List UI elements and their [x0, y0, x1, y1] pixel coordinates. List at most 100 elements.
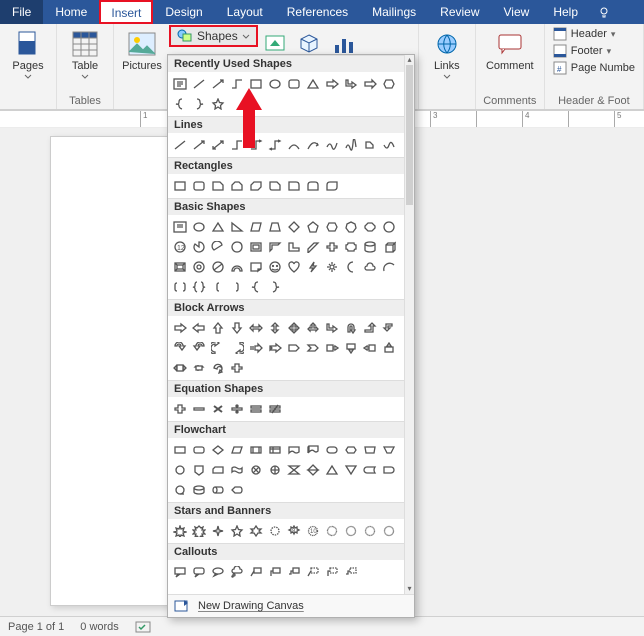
shape-curve-arrow[interactable] [303, 135, 322, 155]
shape-dbrace[interactable] [189, 277, 208, 297]
shape-callout-cloud[interactable] [227, 562, 246, 582]
shape-explosion2[interactable] [189, 521, 208, 541]
shape-arrow-bent2[interactable] [360, 318, 379, 338]
shape-fc-tape[interactable] [227, 460, 246, 480]
shape-trapezoid[interactable] [265, 217, 284, 237]
shape-snip-round[interactable] [265, 176, 284, 196]
status-spellcheck-icon[interactable] [135, 621, 151, 633]
shape-callout-line5[interactable] [322, 562, 341, 582]
shape-dbracket[interactable] [170, 277, 189, 297]
shapes-scrollbar[interactable]: ▴ ▾ [404, 55, 414, 594]
shape-folded[interactable] [246, 257, 265, 277]
table-button[interactable]: Table [63, 26, 107, 83]
shape-arrow-ud[interactable] [265, 318, 284, 338]
footer-button[interactable]: Footer ▾ [551, 43, 637, 59]
shape-callout-oval[interactable] [208, 562, 227, 582]
shape-triangle[interactable] [303, 74, 322, 94]
shape-line-arrow[interactable] [208, 74, 227, 94]
shape-fc-multidoc[interactable] [303, 440, 322, 460]
shape-textbox2[interactable] [170, 217, 189, 237]
shape-pentagon[interactable] [303, 217, 322, 237]
links-button[interactable]: Links [425, 26, 469, 83]
shape-fc-manual[interactable] [360, 440, 379, 460]
shape-round-diag[interactable] [322, 176, 341, 196]
shape-fc-collate[interactable] [284, 460, 303, 480]
header-button[interactable]: Header ▾ [551, 26, 637, 42]
shape-equals[interactable] [246, 399, 265, 419]
shape-snip1[interactable] [208, 176, 227, 196]
tab-help[interactable]: Help [541, 0, 590, 24]
tab-home[interactable]: Home [43, 0, 99, 24]
shape-freeform-closed[interactable] [360, 135, 379, 155]
shape-snip-diag[interactable] [246, 176, 265, 196]
shape-plus2[interactable] [170, 399, 189, 419]
shape-plus[interactable] [227, 358, 246, 378]
shape-rbrace[interactable] [189, 94, 208, 114]
shape-freeform[interactable] [322, 135, 341, 155]
shape-lbrace2[interactable] [246, 277, 265, 297]
shape-fc-extract[interactable] [322, 460, 341, 480]
shape-callout-round[interactable] [189, 562, 208, 582]
shape-arrow-l[interactable] [189, 318, 208, 338]
shape-fc-term[interactable] [322, 440, 341, 460]
shape-elbow[interactable] [227, 135, 246, 155]
shape-lbrace[interactable] [170, 94, 189, 114]
comment-button[interactable]: Comment [482, 26, 538, 76]
shape-diamond[interactable] [284, 217, 303, 237]
shape-arrow-callout-r[interactable] [322, 338, 341, 358]
shape-lbracket[interactable] [208, 277, 227, 297]
new-drawing-canvas[interactable]: New Drawing Canvas [168, 594, 414, 617]
tab-view[interactable]: View [492, 0, 542, 24]
shape-arrow-curved-d[interactable] [227, 338, 246, 358]
shape-callout-line1[interactable] [246, 562, 265, 582]
status-page[interactable]: Page 1 of 1 [8, 621, 64, 633]
shape-curve[interactable] [284, 135, 303, 155]
shape-smiley[interactable] [265, 257, 284, 277]
shape-elbow-double[interactable] [265, 135, 284, 155]
shape-arrow-callout-quad[interactable] [189, 358, 208, 378]
shape-fc-manualop[interactable] [379, 440, 398, 460]
shape-chord[interactable] [208, 237, 227, 257]
shape-arrow-r[interactable] [170, 318, 189, 338]
shape-fc-sort[interactable] [303, 460, 322, 480]
shape-arrow-callout-u[interactable] [379, 338, 398, 358]
shape-arrow-callout-l[interactable] [360, 338, 379, 358]
shape-oval[interactable] [265, 74, 284, 94]
shape-fc-display[interactable] [227, 480, 246, 500]
shape-arrow-striped[interactable] [246, 338, 265, 358]
shape-teardrop[interactable] [227, 237, 246, 257]
shape-arrow-chevron[interactable] [303, 338, 322, 358]
shape-fc-data[interactable] [227, 440, 246, 460]
pagenumber-button[interactable]: # Page Numbe [551, 60, 637, 76]
shape-fc-connect[interactable] [170, 460, 189, 480]
tab-insert[interactable]: Insert [99, 0, 153, 24]
shape-donut[interactable] [189, 257, 208, 277]
shape-fc-offpage[interactable] [189, 460, 208, 480]
shape-star24[interactable] [360, 521, 379, 541]
shape-cloud[interactable] [360, 257, 379, 277]
scroll-up-arrow[interactable]: ▴ [405, 55, 414, 65]
shape-fc-delay[interactable] [379, 460, 398, 480]
scroll-thumb[interactable] [406, 65, 413, 205]
shape-sun[interactable] [322, 257, 341, 277]
shape-line[interactable] [170, 135, 189, 155]
shape-minus[interactable] [189, 399, 208, 419]
shape-star32[interactable] [379, 521, 398, 541]
shape-arrow-turn[interactable] [341, 74, 360, 94]
tab-layout[interactable]: Layout [215, 0, 275, 24]
shape-notequal[interactable] [265, 399, 284, 419]
shape-arrow-callout-lr[interactable] [170, 358, 189, 378]
shape-scribble2[interactable] [379, 135, 398, 155]
shape-parallelogram[interactable] [246, 217, 265, 237]
shape-fc-stored[interactable] [360, 460, 379, 480]
shapes-button[interactable]: Shapes [170, 26, 257, 46]
shape-pie[interactable] [189, 237, 208, 257]
shape-arrow-curved-r[interactable] [170, 338, 189, 358]
shape-arrow-3way[interactable] [303, 318, 322, 338]
shape-fc-decision[interactable] [208, 440, 227, 460]
shape-arrow-callout-d[interactable] [341, 338, 360, 358]
shape-arrow-quad[interactable] [284, 318, 303, 338]
shape-rbracket[interactable] [227, 277, 246, 297]
shape-bevel[interactable] [170, 257, 189, 277]
tab-review[interactable]: Review [428, 0, 491, 24]
